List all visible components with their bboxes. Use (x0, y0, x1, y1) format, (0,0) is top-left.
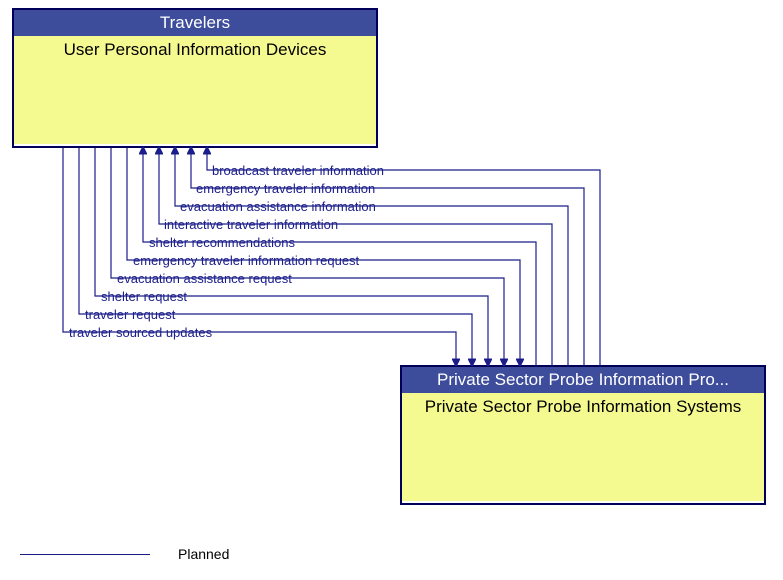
flow-label: evacuation assistance information (180, 199, 376, 214)
node-private-sector-header: Private Sector Probe Information Pro... (402, 367, 764, 393)
flow-label: traveler request (85, 307, 175, 322)
flow-label: traveler sourced updates (69, 325, 212, 340)
flow-label: broadcast traveler information (212, 163, 384, 178)
flow-label: shelter recommendations (149, 235, 295, 250)
flow-label: emergency traveler information (196, 181, 375, 196)
legend-label: Planned (178, 546, 229, 562)
flow-label: evacuation assistance request (117, 271, 292, 286)
flow-label: shelter request (101, 289, 187, 304)
flow-label: interactive traveler information (164, 217, 338, 232)
legend-line (20, 554, 150, 555)
node-travelers-header: Travelers (14, 10, 376, 36)
node-private-sector: Private Sector Probe Information Pro... … (400, 365, 766, 505)
node-private-sector-body: Private Sector Probe Information Systems (402, 393, 764, 501)
node-travelers-body: User Personal Information Devices (14, 36, 376, 144)
legend-planned: Planned (20, 546, 229, 562)
node-travelers: Travelers User Personal Information Devi… (12, 8, 378, 148)
flow-label: emergency traveler information request (133, 253, 359, 268)
